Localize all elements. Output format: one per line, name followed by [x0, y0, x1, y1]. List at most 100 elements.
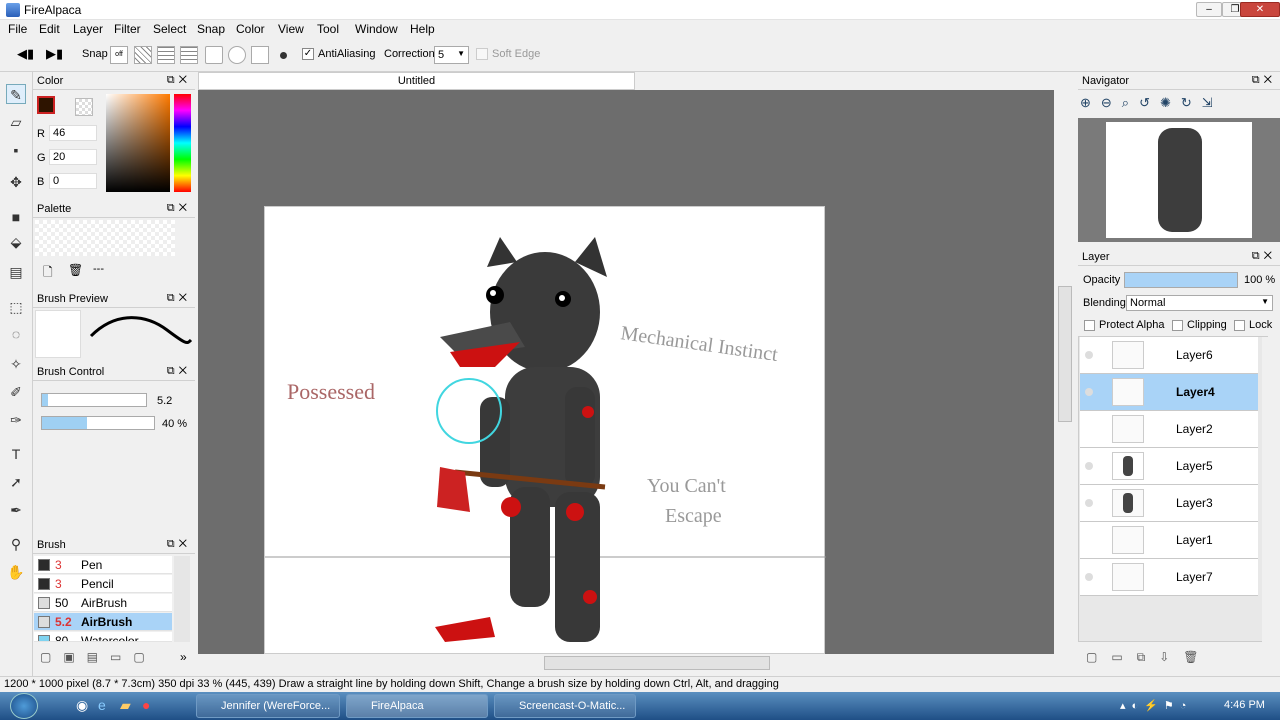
blending-select[interactable]: Normal ▼: [1126, 295, 1273, 311]
background-color-swatch[interactable]: [75, 98, 93, 116]
layer-opacity-slider[interactable]: [1124, 272, 1238, 288]
brush-opacity-slider[interactable]: [41, 416, 155, 430]
foreground-color-swatch[interactable]: [37, 96, 55, 114]
menu-edit[interactable]: Edit: [39, 22, 60, 36]
navigator-preview[interactable]: [1078, 118, 1280, 242]
snap-off-icon[interactable]: off: [110, 46, 128, 64]
eye-icon[interactable]: [1085, 499, 1093, 507]
menu-tool[interactable]: Tool: [317, 22, 339, 36]
menu-select[interactable]: Select: [153, 22, 186, 36]
close-button[interactable]: ✕: [1240, 2, 1280, 17]
eye-icon[interactable]: [1085, 388, 1093, 396]
horizontal-scrollbar[interactable]: [198, 654, 1054, 672]
clipping-checkbox[interactable]: [1172, 320, 1183, 331]
dot-tool-icon[interactable]: ▪: [6, 140, 26, 160]
eye-icon[interactable]: [1085, 462, 1093, 470]
clock[interactable]: 4:46 PM: [1224, 699, 1265, 711]
snap-dot-icon[interactable]: [280, 52, 287, 59]
media-icon[interactable]: ●: [142, 697, 150, 713]
g-input[interactable]: 20: [49, 149, 97, 165]
snap-grid-icon[interactable]: [157, 46, 175, 64]
panel-controls[interactable]: ⧉✕: [167, 365, 191, 378]
snap-parallel-icon[interactable]: [134, 46, 152, 64]
magic-wand-icon[interactable]: ✧: [6, 354, 26, 374]
brush-size-slider[interactable]: [41, 393, 147, 407]
move-tool-icon[interactable]: ✥: [6, 172, 26, 192]
panel-controls[interactable]: ⧉✕: [167, 292, 191, 305]
folder-icon[interactable]: ▰: [120, 697, 131, 714]
panel-controls[interactable]: ⧉✕: [167, 202, 191, 215]
panel-controls[interactable]: ⧉✕: [167, 538, 191, 551]
saturation-value-picker[interactable]: [106, 94, 170, 192]
antialiasing-checkbox[interactable]: ✓: [302, 48, 314, 60]
eraser-tool-icon[interactable]: ▱: [6, 112, 26, 132]
eyedropper-tool-icon[interactable]: ⚲: [6, 534, 26, 554]
operation-tool-icon[interactable]: ➚: [6, 472, 26, 492]
navigator-toolbar[interactable]: ⊕⊖⌕↺✺↻⇲: [1080, 95, 1275, 115]
fill-rect-tool-icon[interactable]: ■: [6, 207, 26, 227]
menu-help[interactable]: Help: [410, 22, 435, 36]
menu-view[interactable]: View: [278, 22, 304, 36]
dropper-tool-icon[interactable]: ✒: [6, 500, 26, 520]
vertical-scrollbar[interactable]: [1056, 90, 1074, 654]
layer-row[interactable]: Layer6: [1080, 337, 1258, 374]
brush-item[interactable]: 3 Pencil: [34, 575, 172, 593]
taskbar-item[interactable]: Jennifer (WereForce...: [196, 694, 340, 718]
snap-curve-icon[interactable]: [251, 46, 269, 64]
drawing-canvas[interactable]: Possessed Mechanical Instinct You Can't …: [264, 206, 826, 654]
protect-alpha-checkbox[interactable]: [1084, 320, 1095, 331]
soft-edge-checkbox[interactable]: [476, 48, 488, 60]
brush-item[interactable]: 3 Pen: [34, 556, 172, 574]
layer-row[interactable]: Layer1: [1080, 522, 1258, 559]
snap-radial-icon[interactable]: [205, 46, 223, 64]
layer-row[interactable]: Layer5: [1080, 448, 1258, 485]
hand-tool-icon[interactable]: ✋: [6, 562, 26, 582]
layer-scrollbar[interactable]: [1262, 337, 1274, 642]
correction-select[interactable]: 5 ▼: [434, 46, 469, 64]
menu-filter[interactable]: Filter: [114, 22, 141, 36]
minimize-button[interactable]: –: [1196, 2, 1222, 17]
select-eraser-icon[interactable]: ✑: [6, 410, 26, 430]
start-button[interactable]: [10, 693, 38, 719]
select-tool-icon[interactable]: ⬚: [6, 297, 26, 317]
eye-icon[interactable]: [1085, 351, 1093, 359]
double-chevron-icon[interactable]: »: [180, 650, 187, 664]
next-icon[interactable]: ▶▮: [46, 46, 63, 62]
menu-window[interactable]: Window: [355, 22, 398, 36]
text-tool-icon[interactable]: T: [6, 444, 26, 464]
brush-panel-buttons[interactable]: ▢▣▤▭▢: [40, 650, 157, 664]
gradient-tool-icon[interactable]: ▤: [6, 262, 26, 282]
panel-controls[interactable]: ⧉✕: [167, 74, 191, 87]
palette-more[interactable]: ---: [93, 263, 104, 275]
taskbar-item-active[interactable]: FireAlpaca: [346, 694, 488, 718]
prev-icon[interactable]: ◀▮: [17, 46, 34, 62]
ie-icon[interactable]: e: [98, 697, 106, 713]
brush-item[interactable]: 80 Watercolor: [34, 632, 172, 642]
bucket-tool-icon[interactable]: ⬙: [6, 232, 26, 252]
chrome-icon[interactable]: ◉: [76, 697, 88, 714]
layer-row[interactable]: Layer3: [1080, 485, 1258, 522]
b-input[interactable]: 0: [49, 173, 97, 189]
snap-lines-icon[interactable]: [180, 46, 198, 64]
tray-icons[interactable]: ▴◐⚡⚑◔: [1120, 699, 1192, 712]
menu-snap[interactable]: Snap: [197, 22, 225, 36]
eye-icon[interactable]: [1085, 573, 1093, 581]
brush-tool-icon[interactable]: ✎: [6, 84, 26, 104]
trash-icon[interactable]: 🗑: [68, 263, 83, 277]
lock-checkbox[interactable]: [1234, 320, 1245, 331]
layer-row[interactable]: Layer7: [1080, 559, 1258, 596]
hue-slider[interactable]: [174, 94, 191, 192]
new-palette-icon[interactable]: 🗋: [43, 263, 53, 284]
panel-controls[interactable]: ⧉✕: [1252, 74, 1276, 87]
brush-item[interactable]: 50 AirBrush: [34, 594, 172, 612]
palette-grid[interactable]: [35, 220, 175, 256]
select-pen-icon[interactable]: ✐: [6, 382, 26, 402]
brush-item-selected[interactable]: 5.2 AirBrush: [34, 613, 172, 631]
taskbar-item[interactable]: Screencast-O-Matic...: [494, 694, 636, 718]
menu-color[interactable]: Color: [236, 22, 265, 36]
r-input[interactable]: 46: [49, 125, 97, 141]
layer-row-selected[interactable]: Layer4: [1080, 374, 1258, 411]
layer-row[interactable]: Layer2: [1080, 411, 1258, 448]
document-tab[interactable]: Untitled: [198, 72, 635, 90]
menu-layer[interactable]: Layer: [73, 22, 103, 36]
